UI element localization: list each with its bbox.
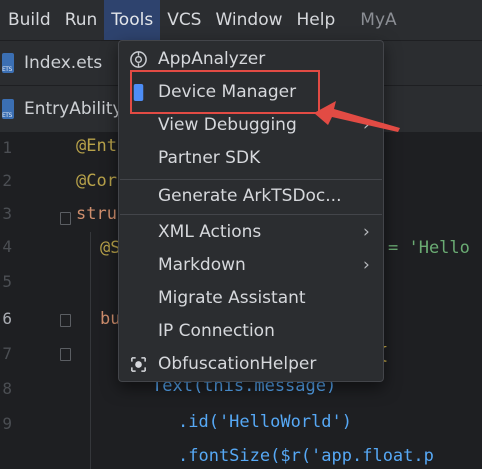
project-title: MyA xyxy=(360,10,397,30)
code-line-component: @Cor xyxy=(76,171,117,191)
menu-run[interactable]: Run xyxy=(58,0,105,40)
indent-guide xyxy=(90,232,91,469)
menu-item-label: Markdown xyxy=(158,255,246,275)
line-number: 8 xyxy=(2,379,12,398)
fold-marker-icon[interactable] xyxy=(60,212,71,225)
menu-item-generate-arktsdoc[interactable]: Generate ArkTSDoc... xyxy=(119,180,383,213)
submenu-chevron-icon: › xyxy=(363,255,370,275)
line-number: 7 xyxy=(2,344,12,363)
fold-marker-icon[interactable] xyxy=(60,314,71,327)
menu-item-migrate-assistant[interactable]: Migrate Assistant xyxy=(119,282,383,315)
menu-item-obfuscation-helper[interactable]: ObfuscationHelper xyxy=(119,348,383,381)
line-number: 4 xyxy=(2,237,12,256)
line-number-current: 6 xyxy=(2,309,12,328)
line-number: 3 xyxy=(2,204,12,223)
app-analyzer-icon xyxy=(130,51,147,68)
line-number: 1 xyxy=(2,138,12,157)
menu-item-label: XML Actions xyxy=(158,222,262,242)
menu-item-label: IP Connection xyxy=(158,321,275,341)
menu-item-label: Migrate Assistant xyxy=(158,288,306,308)
menu-window[interactable]: Window xyxy=(208,0,289,40)
menu-item-xml-actions[interactable]: XML Actions › xyxy=(119,216,383,249)
menu-tools[interactable]: Tools xyxy=(104,0,161,40)
code-line-struct: stru xyxy=(76,204,117,224)
menu-bar: Build Run Tools VCS Window Help MyA xyxy=(0,0,482,40)
line-number: 5 xyxy=(2,272,12,291)
ets-file-icon xyxy=(2,99,14,119)
code-line-id: .id('HelloWorld') xyxy=(178,412,352,432)
line-gutter: 1 2 3 4 5 6 7 8 9 xyxy=(0,132,60,469)
menu-separator xyxy=(120,214,382,215)
code-line-fontsize: .fontSize($r('app.float.p xyxy=(178,446,434,466)
submenu-chevron-icon: › xyxy=(363,222,370,242)
fold-marker-icon[interactable] xyxy=(60,348,71,361)
menu-item-partner-sdk[interactable]: Partner SDK xyxy=(119,142,383,175)
code-line-entry: @Ent xyxy=(76,136,117,156)
line-number: 9 xyxy=(2,414,12,433)
code-line-state-value: = 'Hello xyxy=(388,238,470,258)
obfuscation-icon xyxy=(131,357,146,372)
menu-item-markdown[interactable]: Markdown › xyxy=(119,249,383,282)
menu-item-ip-connection[interactable]: IP Connection xyxy=(119,315,383,348)
menu-item-label: ObfuscationHelper xyxy=(158,354,317,374)
annotation-arrow-icon xyxy=(314,101,400,132)
menu-help[interactable]: Help xyxy=(290,0,343,40)
tab-label-index: Index.ets xyxy=(24,53,103,73)
annotation-highlight-box xyxy=(130,70,320,114)
tab-label-entryability: EntryAbility xyxy=(24,99,123,119)
menu-vcs[interactable]: VCS xyxy=(160,0,208,40)
line-number: 2 xyxy=(2,171,12,190)
ets-file-icon xyxy=(2,53,14,73)
menu-item-label: Generate ArkTSDoc... xyxy=(158,186,342,206)
menu-item-label: Partner SDK xyxy=(158,148,261,168)
menu-build[interactable]: Build xyxy=(0,0,58,40)
